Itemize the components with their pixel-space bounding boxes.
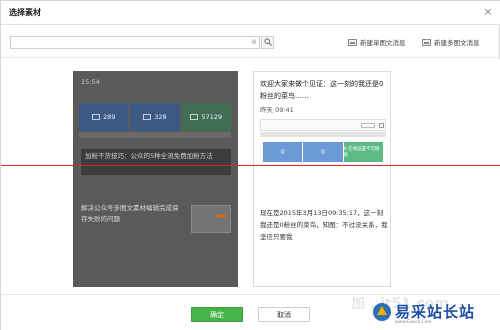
stat-reads: 328 bbox=[130, 103, 180, 131]
stat-users: 57129 bbox=[181, 103, 231, 131]
material-card-multi-selected[interactable]: 15:54 289 328 57129 加粉干货技巧：公众的5种全流免费加粉方法… bbox=[73, 71, 238, 287]
new-single-label: 新建单图文消息 bbox=[360, 39, 406, 47]
brand-logo-icon bbox=[373, 303, 391, 321]
clear-search-icon[interactable]: ⊗ bbox=[249, 37, 259, 48]
user-icon bbox=[143, 114, 152, 120]
cancel-button[interactable]: 取消 bbox=[258, 307, 310, 322]
close-icon[interactable]: × bbox=[481, 5, 495, 19]
divider-bar bbox=[79, 132, 231, 138]
users-icon bbox=[190, 114, 199, 120]
stat-reads: 0 bbox=[303, 142, 343, 162]
dialog-titlebar: 选择素材 × bbox=[1, 1, 500, 25]
new-single-article-button[interactable]: 新建单图文消息 bbox=[348, 36, 406, 48]
preview-header-bar bbox=[260, 119, 386, 131]
divider-bar bbox=[260, 132, 386, 137]
stat-value: 0 bbox=[280, 148, 285, 156]
stat-value: 0 bbox=[321, 148, 325, 156]
red-guide-line bbox=[1, 165, 500, 166]
new-multi-label: 新建多图文消息 bbox=[434, 39, 480, 47]
card-body-text: 现在是2015年3月13日09:35:17，这一刻我还是0粉丝的菜鸟，知图：不过… bbox=[260, 209, 388, 241]
preview-tab bbox=[361, 123, 375, 128]
brand-name: 易采站长站 bbox=[395, 303, 476, 321]
stat-messages: 0 bbox=[263, 142, 303, 162]
stat-messages: 289 bbox=[79, 103, 129, 131]
material-card-single[interactable]: 欢迎大家来做个见证：这一刻的我还是0粉丝的菜鸟…… 昨天 09:41 0 0 0… bbox=[253, 71, 391, 287]
card-time: 昨天 09:41 bbox=[260, 106, 294, 114]
search-button[interactable] bbox=[261, 36, 274, 49]
dialog-title: 选择素材 bbox=[9, 8, 41, 17]
card-title: 欢迎大家来做个见证：这一刻的我还是0粉丝的菜鸟…… bbox=[260, 80, 384, 100]
stat-value: 57129 bbox=[201, 113, 223, 121]
image-icon bbox=[422, 38, 431, 46]
confirm-button[interactable]: 确定 bbox=[191, 307, 243, 322]
watermark: 加 . it51.com 易采站长站 www.Easck.Com bbox=[331, 289, 500, 330]
sub-article-title: 解决公众号多图文素材编辑完成保存失败的问题 bbox=[81, 204, 179, 223]
toolbar: ⊗ 新建单图文消息 新建多图文消息 bbox=[1, 26, 500, 58]
stat-value: 0 在线设置不可搜索 bbox=[343, 147, 380, 158]
search-input[interactable]: ⊗ bbox=[10, 36, 260, 49]
stat-value: 289 bbox=[102, 113, 116, 121]
new-multi-article-button[interactable]: 新建多图文消息 bbox=[422, 36, 480, 48]
brand-url: www.Easck.Com bbox=[395, 320, 432, 325]
select-material-dialog: 选择素材 × ⊗ 新建单图文消息 新建多图文消息 15:54 289 328 5… bbox=[0, 0, 500, 330]
message-icon bbox=[91, 114, 100, 120]
card-time: 15:54 bbox=[81, 78, 100, 86]
sub-article-thumbnail bbox=[191, 205, 231, 233]
preview-box-icon bbox=[379, 123, 384, 128]
material-grid: 15:54 289 328 57129 加粉干货技巧：公众的5种全流免费加粉方法… bbox=[1, 59, 500, 294]
search-icon bbox=[263, 38, 272, 46]
stats-row: 289 328 57129 bbox=[79, 103, 231, 131]
stats-row: 0 0 0 在线设置不可搜索 bbox=[263, 142, 383, 162]
cover-headline: 加粉干货技巧：公众的5种全流免费加粉方法 bbox=[81, 149, 231, 175]
stat-users: 0 在线设置不可搜索 bbox=[343, 142, 383, 162]
image-icon bbox=[348, 38, 357, 46]
stat-value: 328 bbox=[154, 113, 167, 121]
